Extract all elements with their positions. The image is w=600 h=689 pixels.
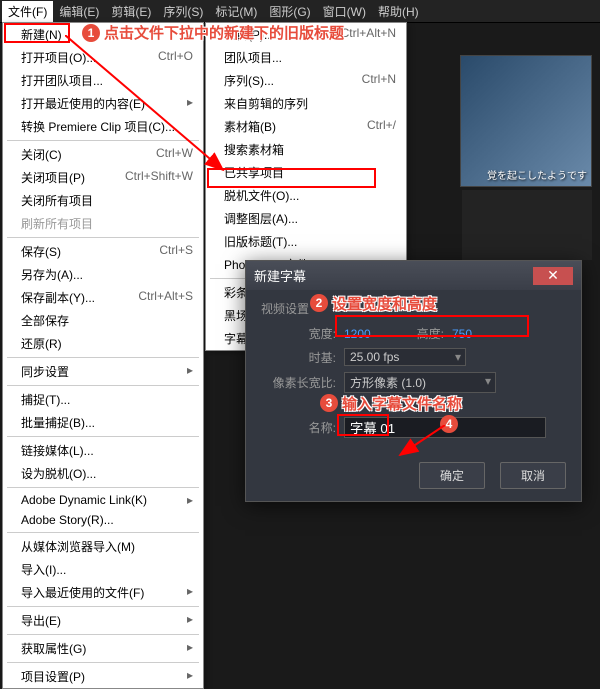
name-input[interactable] bbox=[344, 417, 546, 438]
menu-item[interactable]: 关闭(C)Ctrl+W bbox=[3, 143, 203, 166]
menu-item[interactable]: 素材箱(B)Ctrl+/ bbox=[206, 115, 406, 138]
aspect-label: 像素长宽比: bbox=[261, 374, 336, 391]
menu-edit[interactable]: 编辑(E) bbox=[53, 1, 105, 22]
aspect-select[interactable]: 方形像素 (1.0) bbox=[344, 372, 496, 393]
menu-item[interactable]: 打开团队项目... bbox=[3, 69, 203, 92]
menu-item[interactable]: 同步设置▸ bbox=[3, 360, 203, 383]
height-field[interactable]: 750 bbox=[452, 327, 492, 341]
menu-item[interactable]: 来自剪辑的序列 bbox=[206, 92, 406, 115]
close-icon[interactable]: ✕ bbox=[533, 267, 573, 285]
menu-item[interactable]: 链接媒体(L)... bbox=[3, 439, 203, 462]
menu-item[interactable]: 捕捉(T)... bbox=[3, 388, 203, 411]
menu-sequence[interactable]: 序列(S) bbox=[157, 1, 209, 22]
menu-item[interactable]: 还原(R) bbox=[3, 332, 203, 355]
menu-item[interactable]: 全部保存 bbox=[3, 309, 203, 332]
menu-item[interactable]: 转换 Premiere Clip 项目(C)... bbox=[3, 115, 203, 138]
dialog-titlebar[interactable]: 新建字幕 ✕ bbox=[246, 261, 581, 290]
menu-help[interactable]: 帮助(H) bbox=[372, 1, 425, 22]
menubar: 文件(F) 编辑(E) 剪辑(E) 序列(S) 标记(M) 图形(G) 窗口(W… bbox=[0, 0, 600, 23]
timebase-label: 时基: bbox=[261, 349, 336, 366]
menu-marker[interactable]: 标记(M) bbox=[209, 1, 263, 22]
side-panels bbox=[462, 190, 592, 260]
menu-item[interactable]: 新建(N)▸ bbox=[3, 23, 203, 46]
menu-item[interactable]: 旧版标题(T)... bbox=[206, 230, 406, 253]
thumb-caption: 覚を起こしたようです bbox=[487, 167, 587, 182]
menu-clip[interactable]: 剪辑(E) bbox=[105, 1, 157, 22]
menu-item[interactable]: 保存副本(Y)...Ctrl+Alt+S bbox=[3, 286, 203, 309]
menu-item[interactable]: 导入(I)... bbox=[3, 558, 203, 581]
menu-item[interactable]: 保存(S)Ctrl+S bbox=[3, 240, 203, 263]
section-video-settings: 视频设置 bbox=[261, 300, 566, 317]
menu-item[interactable]: 打开项目(O)...Ctrl+O bbox=[3, 46, 203, 69]
width-field[interactable]: 1200 bbox=[344, 327, 384, 341]
dialog-title: 新建字幕 bbox=[254, 266, 306, 285]
menu-item[interactable]: 打开最近使用的内容(E)▸ bbox=[3, 92, 203, 115]
menu-item[interactable]: 获取属性(G)▸ bbox=[3, 637, 203, 660]
menu-item[interactable]: 团队项目... bbox=[206, 46, 406, 69]
menu-item[interactable]: 调整图层(A)... bbox=[206, 207, 406, 230]
height-label: 高度: bbox=[384, 325, 444, 342]
menu-window[interactable]: 窗口(W) bbox=[317, 1, 372, 22]
menu-item[interactable]: 项目设置(P)▸ bbox=[3, 665, 203, 688]
timebase-select[interactable]: 25.00 fps bbox=[344, 348, 466, 366]
ok-button[interactable]: 确定 bbox=[419, 462, 485, 489]
menu-item[interactable]: 导出(E)▸ bbox=[3, 609, 203, 632]
menu-item[interactable]: 关闭项目(P)Ctrl+Shift+W bbox=[3, 166, 203, 189]
menu-graphic[interactable]: 图形(G) bbox=[263, 1, 316, 22]
menu-item[interactable]: 批量捕捉(B)... bbox=[3, 411, 203, 434]
width-label: 宽度: bbox=[261, 325, 336, 342]
menu-item[interactable]: 另存为(A)... bbox=[3, 263, 203, 286]
name-label: 名称: bbox=[261, 419, 336, 436]
menu-item[interactable]: 序列(S)...Ctrl+N bbox=[206, 69, 406, 92]
menu-item[interactable]: 导入最近使用的文件(F)▸ bbox=[3, 581, 203, 604]
file-menu: 新建(N)▸打开项目(O)...Ctrl+O打开团队项目...打开最近使用的内容… bbox=[2, 22, 204, 689]
preview-thumbnail: 覚を起こしたようです bbox=[460, 55, 592, 187]
menu-item[interactable]: 项目(P)...Ctrl+Alt+N bbox=[206, 23, 406, 46]
cancel-button[interactable]: 取消 bbox=[500, 462, 566, 489]
menu-item[interactable]: 刷新所有项目 bbox=[3, 212, 203, 235]
new-caption-dialog: 新建字幕 ✕ 视频设置 宽度: 1200 高度: 750 时基: 25.00 f… bbox=[245, 260, 582, 502]
menu-file[interactable]: 文件(F) bbox=[2, 1, 53, 22]
menu-item[interactable]: 设为脱机(O)... bbox=[3, 462, 203, 485]
menu-item[interactable]: Adobe Story(R)... bbox=[3, 510, 203, 530]
menu-item[interactable]: 关闭所有项目 bbox=[3, 189, 203, 212]
menu-item[interactable]: 从媒体浏览器导入(M) bbox=[3, 535, 203, 558]
menu-item[interactable]: 搜索素材箱 bbox=[206, 138, 406, 161]
menu-item[interactable]: Adobe Dynamic Link(K)▸ bbox=[3, 490, 203, 510]
menu-item[interactable]: 脱机文件(O)... bbox=[206, 184, 406, 207]
menu-item[interactable]: 已共享项目 bbox=[206, 161, 406, 184]
